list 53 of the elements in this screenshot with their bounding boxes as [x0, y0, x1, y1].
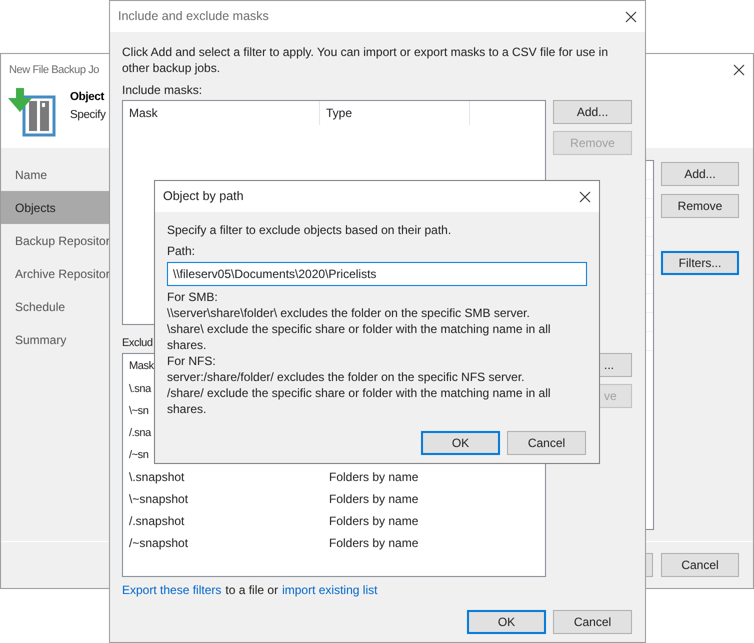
table-cell-text: Folders by name: [329, 491, 418, 508]
path-field[interactable]: \\fileserv05\Documents\2020\Pricelists: [167, 262, 587, 286]
dialog-description: Specify a filter to exclude objects based on their path.: [167, 222, 452, 238]
help-text: For NFS:: [167, 353, 217, 369]
text-link[interactable]: import existing list: [282, 582, 378, 598]
dialog-button[interactable]: OK: [421, 431, 500, 455]
dialog-button[interactable]: Remove: [661, 194, 739, 218]
table-cell-text: \.sna: [129, 382, 151, 397]
wizard-step[interactable]: Schedule: [1, 290, 111, 324]
include-label: Include masks:: [122, 82, 204, 98]
step-title: Object: [70, 90, 106, 105]
help-text: server:/share/folder/ excludes the folder on the specific NFS server.: [167, 369, 526, 385]
dialog-button[interactable]: Cancel: [507, 431, 586, 455]
table-cell-text: /~sn: [129, 448, 148, 463]
dialog-description: Click Add and select a filter to apply. You can import or export masks to a CSV file for use in other backup jobs.: [122, 44, 610, 76]
table-cell-text: \~snapshot: [129, 491, 188, 508]
dialog-button[interactable]: Add...: [661, 162, 739, 186]
dialog-button[interactable]: Filters...: [661, 251, 739, 276]
wizard-step[interactable]: Summary: [1, 323, 111, 356]
exclude-label: Exclud: [122, 336, 153, 351]
table-cell-text: /~snapshot: [129, 535, 188, 552]
help-text: \share\ exclude the specific share or folder with the matching name in all shares.: [167, 321, 552, 353]
column-header[interactable]: Type: [320, 101, 470, 125]
help-text: \\server\share\folder\ excludes the folder on the specific SMB server.: [167, 305, 531, 321]
dialog-button[interactable]: Cancel: [661, 553, 739, 578]
dialog-button[interactable]: Cancel: [553, 610, 632, 634]
dialog-title: Object by path: [163, 188, 244, 206]
link-text: to a file or: [225, 582, 278, 598]
table-cell-text: /.snapshot: [129, 513, 184, 530]
close-icon[interactable]: [733, 64, 745, 76]
close-icon[interactable]: [579, 190, 591, 202]
dialog-button[interactable]: Add...: [553, 100, 632, 124]
wizard-step[interactable]: Name: [1, 158, 111, 192]
step-subtitle: Specify: [70, 108, 106, 123]
table-cell-text: \.snapshot: [129, 469, 184, 486]
text-link[interactable]: Export these filters: [122, 582, 222, 598]
dialog-title: Include and exclude masks: [118, 8, 269, 26]
column-header[interactable]: Mask: [123, 101, 320, 125]
table-cell-text: Folders by name: [329, 535, 418, 552]
wizard-step[interactable]: Backup Repositor: [1, 224, 111, 258]
wizard-step[interactable]: Objects: [1, 191, 111, 224]
help-text: For SMB:: [167, 289, 219, 305]
table-cell-text: Folders by name: [329, 469, 418, 486]
table-cell-text: \~sn: [129, 404, 148, 419]
window-title: New File Backup Jo: [9, 62, 100, 78]
dialog-button[interactable]: OK: [467, 610, 546, 634]
wizard-step[interactable]: Archive Repositor: [1, 257, 111, 290]
column-header[interactable]: Mask: [129, 354, 154, 378]
table-cell-text: /.sna: [129, 426, 151, 441]
close-icon[interactable]: [625, 10, 637, 22]
table-cell-text: Folders by name: [329, 513, 418, 530]
help-text: /share/ exclude the specific share or folder with the matching name in all shares.: [167, 385, 552, 417]
path-label: Path:: [167, 243, 196, 259]
